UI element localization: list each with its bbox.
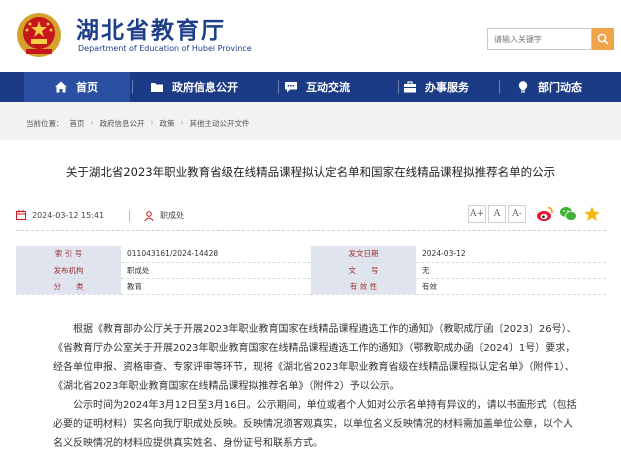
index-number-label: 索 引 号 bbox=[16, 246, 121, 262]
search-icon bbox=[597, 33, 609, 45]
chat-icon bbox=[285, 82, 297, 93]
calendar-icon bbox=[16, 210, 26, 220]
nav-item-label: 政府信息公开 bbox=[172, 81, 238, 94]
publish-date-text: 2024-03-12 15:41 bbox=[32, 210, 105, 220]
main-nav: 首页 政府信息公开 互动交流 办事服务 部门动态 bbox=[0, 72, 621, 102]
favorite-star-icon[interactable] bbox=[583, 205, 601, 223]
nav-item-label: 办事服务 bbox=[425, 81, 469, 94]
breadcrumb-link-other-files[interactable]: 其他主动公开文件 bbox=[190, 118, 250, 129]
article-meta: 2024-03-12 15:41 职成处 A+ A A- bbox=[16, 204, 606, 228]
article-paragraph: 根据《教育部办公厅关于开展2023年职业教育国家在线精品课程遴选工作的通知》（教… bbox=[53, 324, 577, 392]
validity-value: 有效 bbox=[416, 278, 606, 294]
nav-item-interaction[interactable]: 互动交流 bbox=[284, 72, 350, 102]
index-number-value: 011043161/2024-14428 bbox=[121, 246, 311, 262]
site-header: 湖北省教育厅 Department of Education of Hubei … bbox=[0, 0, 621, 72]
font-increase-button[interactable]: A+ bbox=[468, 205, 486, 223]
nav-item-label: 互动交流 bbox=[306, 81, 350, 94]
user-icon bbox=[144, 210, 154, 221]
article-source-text: 职成处 bbox=[160, 211, 184, 220]
font-decrease-button[interactable]: A- bbox=[508, 205, 526, 223]
publish-date: 2024-03-12 15:41 bbox=[16, 210, 104, 220]
article-source: 职成处 bbox=[144, 210, 184, 221]
nav-item-label: 首页 bbox=[76, 81, 98, 94]
table-row: 发布机构 职成处 文 号 无 bbox=[16, 262, 606, 278]
nav-divider bbox=[132, 80, 133, 94]
breadcrumb-separator: › bbox=[90, 118, 94, 127]
publisher-value: 职成处 bbox=[121, 262, 311, 278]
document-info-table: 索 引 号 011043161/2024-14428 发文日期 2024-03-… bbox=[16, 246, 606, 295]
nav-divider bbox=[499, 80, 500, 94]
search-input[interactable] bbox=[487, 28, 592, 50]
font-decrease-label: A- bbox=[512, 209, 522, 219]
meta-divider bbox=[129, 210, 130, 222]
breadcrumb-separator: › bbox=[180, 118, 184, 127]
briefcase-icon bbox=[404, 81, 416, 93]
font-reset-button[interactable]: A bbox=[488, 205, 506, 223]
breadcrumb-link-policy[interactable]: 政策 bbox=[160, 118, 175, 129]
nav-divider bbox=[398, 80, 399, 94]
folder-icon bbox=[151, 83, 163, 92]
article-title: 关于湖北省2023年职业教育省级在线精品课程拟认定名单和国家在线精品课程拟推荐名… bbox=[65, 165, 556, 179]
breadcrumb-separator: › bbox=[150, 118, 154, 127]
breadcrumb-bar: 当前位置： 首页 › 政府信息公开 › 政策 › 其他主动公开文件 bbox=[0, 102, 621, 140]
national-emblem-icon[interactable] bbox=[16, 12, 62, 58]
document-number-value: 无 bbox=[416, 262, 606, 278]
article-paragraph: 公示时间为2024年3月12日至3月16日。公示期间，单位或者个人如对公示名单持… bbox=[53, 400, 577, 449]
article-body: 根据《教育部办公厅关于开展2023年职业教育国家在线精品课程遴选工作的通知》（教… bbox=[53, 320, 577, 450]
nav-item-news[interactable]: 部门动态 bbox=[516, 72, 582, 102]
font-increase-label: A+ bbox=[469, 209, 485, 219]
breadcrumb-link-gov-info[interactable]: 政府信息公开 bbox=[100, 118, 145, 129]
issue-date-value: 2024-03-12 bbox=[416, 246, 606, 262]
font-reset-label: A bbox=[493, 209, 501, 219]
nav-item-label: 部门动态 bbox=[538, 81, 582, 94]
home-icon bbox=[55, 81, 67, 93]
breadcrumb-link-home[interactable]: 首页 bbox=[70, 118, 85, 129]
meta-divider-line bbox=[16, 230, 606, 231]
bulb-icon bbox=[518, 81, 528, 93]
nav-item-gov-info[interactable]: 政府信息公开 bbox=[150, 72, 238, 102]
nav-divider bbox=[278, 80, 279, 94]
breadcrumb-prefix: 当前位置： bbox=[26, 119, 64, 128]
document-number-label: 文 号 bbox=[311, 262, 416, 278]
issue-date-label: 发文日期 bbox=[311, 246, 416, 262]
table-row: 分 类 教育 有 效 性 有效 bbox=[16, 278, 606, 294]
publisher-label: 发布机构 bbox=[16, 262, 121, 278]
nav-item-services[interactable]: 办事服务 bbox=[403, 72, 469, 102]
category-value: 教育 bbox=[121, 278, 311, 294]
category-label: 分 类 bbox=[16, 278, 121, 294]
site-title: 湖北省教育厅 bbox=[76, 18, 226, 44]
weibo-icon[interactable] bbox=[536, 205, 554, 223]
table-row: 索 引 号 011043161/2024-14428 发文日期 2024-03-… bbox=[16, 246, 606, 262]
search-button[interactable] bbox=[592, 28, 614, 50]
nav-item-home[interactable]: 首页 bbox=[24, 72, 130, 102]
site-subtitle: Department of Education of Hubei Provinc… bbox=[78, 44, 252, 53]
breadcrumb: 当前位置： 首页 › 政府信息公开 › 政策 › 其他主动公开文件 bbox=[26, 118, 250, 129]
validity-label: 有 效 性 bbox=[311, 278, 416, 294]
wechat-icon[interactable] bbox=[559, 205, 577, 223]
